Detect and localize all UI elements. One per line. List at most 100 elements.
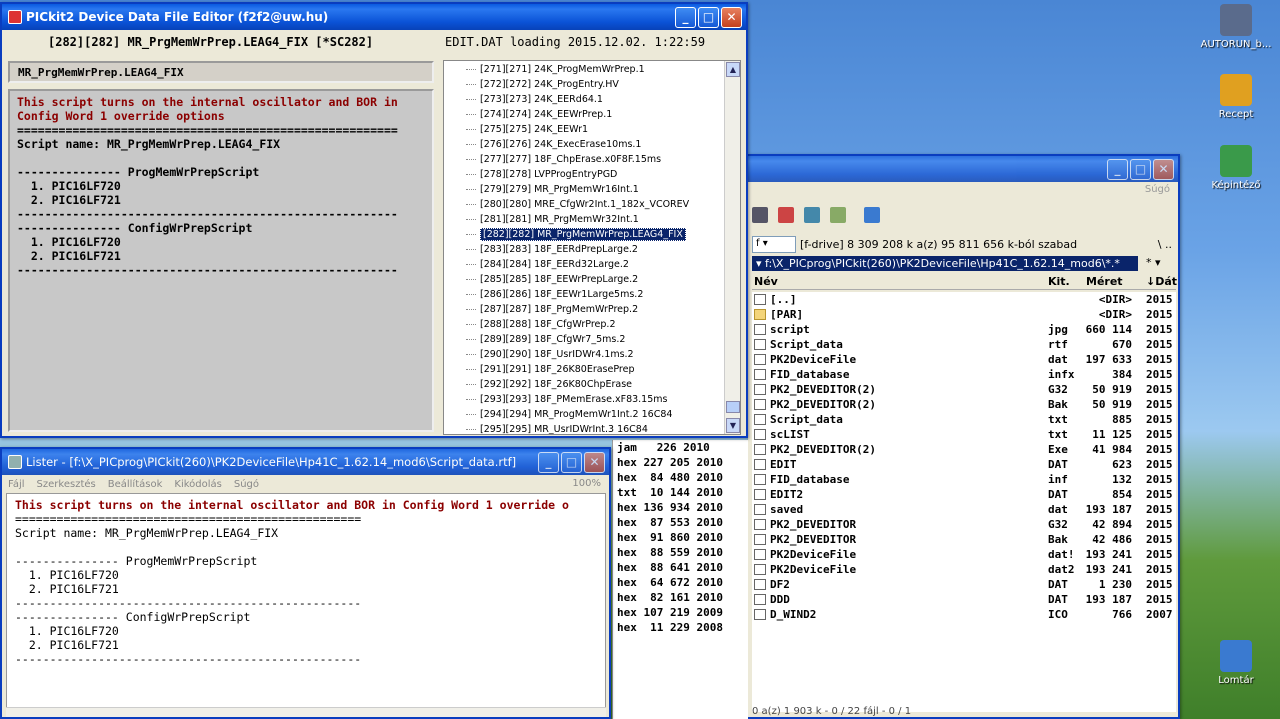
minimize-button[interactable]: _ xyxy=(675,7,696,28)
close-button[interactable]: ✕ xyxy=(584,452,605,473)
col-size[interactable]: Méret xyxy=(1086,275,1123,288)
toolbar-tree-icon[interactable] xyxy=(804,207,820,223)
file-row[interactable]: PK2_DEVEDITOR G32 42 894 2015 xyxy=(752,517,1176,532)
lister-hscrollbar[interactable] xyxy=(6,707,606,717)
left-panel-row[interactable]: txt 10 144 2010 xyxy=(613,485,748,500)
script-list-item[interactable]: [271][271] 24K_ProgMemWrPrep.1 xyxy=(444,62,740,77)
lister-titlebar[interactable]: Lister - [f:\X_PICprog\PICkit(260)\PK2De… xyxy=(2,449,609,475)
left-panel-row[interactable]: hex 107 219 2009 xyxy=(613,605,748,620)
file-row[interactable]: PK2DeviceFile dat2 193 241 2015 xyxy=(752,562,1176,577)
script-list-item[interactable]: [287][287] 18F_PrgMemWrPrep.2 xyxy=(444,302,740,317)
file-row[interactable]: PK2_DEVEDITOR(2) Bak 50 919 2015 xyxy=(752,397,1176,412)
script-description-pane[interactable]: This script turns on the internal oscill… xyxy=(8,89,434,432)
close-button[interactable]: ✕ xyxy=(1153,159,1174,180)
script-list-item[interactable]: [291][291] 18F_26K80ErasePrep xyxy=(444,362,740,377)
file-row[interactable]: D_WIND2 ICO 766 2007 xyxy=(752,607,1176,622)
toolbar-notes-icon[interactable] xyxy=(864,207,880,223)
drive-nav[interactable]: \ .. xyxy=(1158,238,1172,251)
maximize-button[interactable]: □ xyxy=(561,452,582,473)
file-manager-titlebar[interactable]: _ □ ✕ xyxy=(748,156,1178,182)
minimize-button[interactable]: _ xyxy=(1107,159,1128,180)
left-panel-row[interactable]: hex 84 480 2010 xyxy=(613,470,748,485)
scroll-up-arrow-icon[interactable]: ▲ xyxy=(726,62,740,77)
script-list-item[interactable]: [286][286] 18F_EEWr1Large5ms.2 xyxy=(444,287,740,302)
close-button[interactable]: ✕ xyxy=(721,7,742,28)
left-panel-row[interactable]: hex 91 860 2010 xyxy=(613,530,748,545)
left-panel-row[interactable]: hex 64 672 2010 xyxy=(613,575,748,590)
lister-content[interactable]: This script turns on the internal oscill… xyxy=(6,493,606,711)
toolbar-tool-icon[interactable] xyxy=(752,207,768,223)
maximize-button[interactable]: □ xyxy=(698,7,719,28)
desktop-icon-recycle-bin[interactable]: Lomtár xyxy=(1198,640,1274,686)
menu-help[interactable]: Súgó xyxy=(234,479,259,490)
script-list-item[interactable]: [292][292] 18F_26K80ChpErase xyxy=(444,377,740,392)
script-list-item[interactable]: [283][283] 18F_EERdPrepLarge.2 xyxy=(444,242,740,257)
toolbar-delete-icon[interactable] xyxy=(778,207,794,223)
col-ext[interactable]: Kit. xyxy=(1048,275,1070,288)
script-list-item[interactable]: [274][274] 24K_EEWrPrep.1 xyxy=(444,107,740,122)
menu-help[interactable]: Súgó xyxy=(1145,184,1170,195)
script-list[interactable]: [271][271] 24K_ProgMemWrPrep.1 [272][272]… xyxy=(443,60,741,435)
script-list-item[interactable]: [277][277] 18F_ChpErase.x0F8F.15ms xyxy=(444,152,740,167)
script-list-item[interactable]: [282][282] MR_PrgMemWrPrep.LEAG4_FIX xyxy=(444,227,740,242)
file-row[interactable]: PK2DeviceFile dat 197 633 2015 xyxy=(752,352,1176,367)
path-filter[interactable]: * ▾ xyxy=(1146,256,1161,269)
left-panel-row[interactable]: hex 87 553 2010 xyxy=(613,515,748,530)
file-row[interactable]: PK2_DEVEDITOR(2) Exe 41 984 2015 xyxy=(752,442,1176,457)
file-row[interactable]: scLIST txt 11 125 2015 xyxy=(752,427,1176,442)
script-list-item[interactable]: [276][276] 24K_ExecErase10ms.1 xyxy=(444,137,740,152)
path-bar[interactable]: ▾ f:\X_PICprog\PICkit(260)\PK2DeviceFile… xyxy=(752,256,1138,271)
file-row[interactable]: DDD DAT 193 187 2015 xyxy=(752,592,1176,607)
menu-edit[interactable]: Szerkesztés xyxy=(37,479,96,490)
script-list-item[interactable]: [293][293] 18F_PMemErase.xF83.15ms xyxy=(444,392,740,407)
left-panel-row[interactable]: hex 11 229 2008 xyxy=(613,620,748,635)
script-list-item[interactable]: [280][280] MRE_CfgWr2Int.1_182x_VCOREV xyxy=(444,197,740,212)
script-list-item[interactable]: [295][295] MR_UsrIDWrInt.3 16C84 xyxy=(444,422,740,434)
script-list-item[interactable]: [288][288] 18F_CfgWrPrep.2 xyxy=(444,317,740,332)
script-list-item[interactable]: [278][278] LVPProgEntryPGD xyxy=(444,167,740,182)
script-list-item[interactable]: [289][289] 18F_CfgWr7_5ms.2 xyxy=(444,332,740,347)
script-list-item[interactable]: [273][273] 24K_EERd64.1 xyxy=(444,92,740,107)
desktop-icon-kepintezo[interactable]: Képintéző xyxy=(1198,145,1274,191)
file-row[interactable]: script jpg 660 114 2015 xyxy=(752,322,1176,337)
file-row[interactable]: FID_database infx 384 2015 xyxy=(752,367,1176,382)
drive-select[interactable]: f ▾ xyxy=(752,235,796,253)
left-panel-row[interactable]: hex 88 641 2010 xyxy=(613,560,748,575)
file-row[interactable]: [PAR] <DIR> 2015 xyxy=(752,307,1176,322)
file-row[interactable]: FID_database inf 132 2015 xyxy=(752,472,1176,487)
file-row[interactable]: Script_data rtf 670 2015 xyxy=(752,337,1176,352)
scroll-thumb[interactable] xyxy=(726,401,740,413)
col-name[interactable]: Név xyxy=(754,275,778,288)
script-list-item[interactable]: [290][290] 18F_UsrIDWr4.1ms.2 xyxy=(444,347,740,362)
script-list-item[interactable]: [275][275] 24K_EEWr1 xyxy=(444,122,740,137)
menu-encoding[interactable]: Kikódolás xyxy=(174,479,221,490)
file-row[interactable]: PK2_DEVEDITOR(2) G32 50 919 2015 xyxy=(752,382,1176,397)
script-list-item[interactable]: [281][281] MR_PrgMemWr32Int.1 xyxy=(444,212,740,227)
file-row[interactable]: saved dat 193 187 2015 xyxy=(752,502,1176,517)
file-row[interactable]: Script_data txt 885 2015 xyxy=(752,412,1176,427)
minimize-button[interactable]: _ xyxy=(538,452,559,473)
script-list-scrollbar[interactable]: ▲ ▼ xyxy=(724,61,740,434)
left-panel-row[interactable]: hex 82 161 2010 xyxy=(613,590,748,605)
file-row[interactable]: PK2DeviceFile dat! 193 241 2015 xyxy=(752,547,1176,562)
menu-settings[interactable]: Beállítások xyxy=(108,479,163,490)
file-row[interactable]: EDIT DAT 623 2015 xyxy=(752,457,1176,472)
script-list-item[interactable]: [284][284] 18F_EERd32Large.2 xyxy=(444,257,740,272)
script-name-field[interactable]: MR_PrgMemWrPrep.LEAG4_FIX xyxy=(8,61,434,83)
file-row[interactable]: DF2 DAT 1 230 2015 xyxy=(752,577,1176,592)
scroll-down-arrow-icon[interactable]: ▼ xyxy=(726,418,740,433)
file-row[interactable]: PK2_DEVEDITOR Bak 42 486 2015 xyxy=(752,532,1176,547)
left-panel-row[interactable]: jam 226 2010 xyxy=(613,440,748,455)
left-panel-row[interactable]: hex 227 205 2010 xyxy=(613,455,748,470)
script-list-item[interactable]: [285][285] 18F_EEWrPrepLarge.2 xyxy=(444,272,740,287)
menu-file[interactable]: Fájl xyxy=(8,479,25,490)
left-panel-row[interactable]: hex 88 559 2010 xyxy=(613,545,748,560)
desktop-icon-autorun[interactable]: AUTORUN_b... xyxy=(1198,4,1274,50)
file-row[interactable]: EDIT2 DAT 854 2015 xyxy=(752,487,1176,502)
desktop-icon-recept[interactable]: Recept xyxy=(1198,74,1274,120)
col-date[interactable]: ↓Dát xyxy=(1146,275,1177,288)
script-list-item[interactable]: [294][294] MR_ProgMemWr1Int.2 16C84 xyxy=(444,407,740,422)
file-row[interactable]: [..] <DIR> 2015 xyxy=(752,292,1176,307)
script-list-item[interactable]: [279][279] MR_PrgMemWr16Int.1 xyxy=(444,182,740,197)
editor-titlebar[interactable]: PICkit2 Device Data File Editor (f2f2@uw… xyxy=(2,4,746,30)
